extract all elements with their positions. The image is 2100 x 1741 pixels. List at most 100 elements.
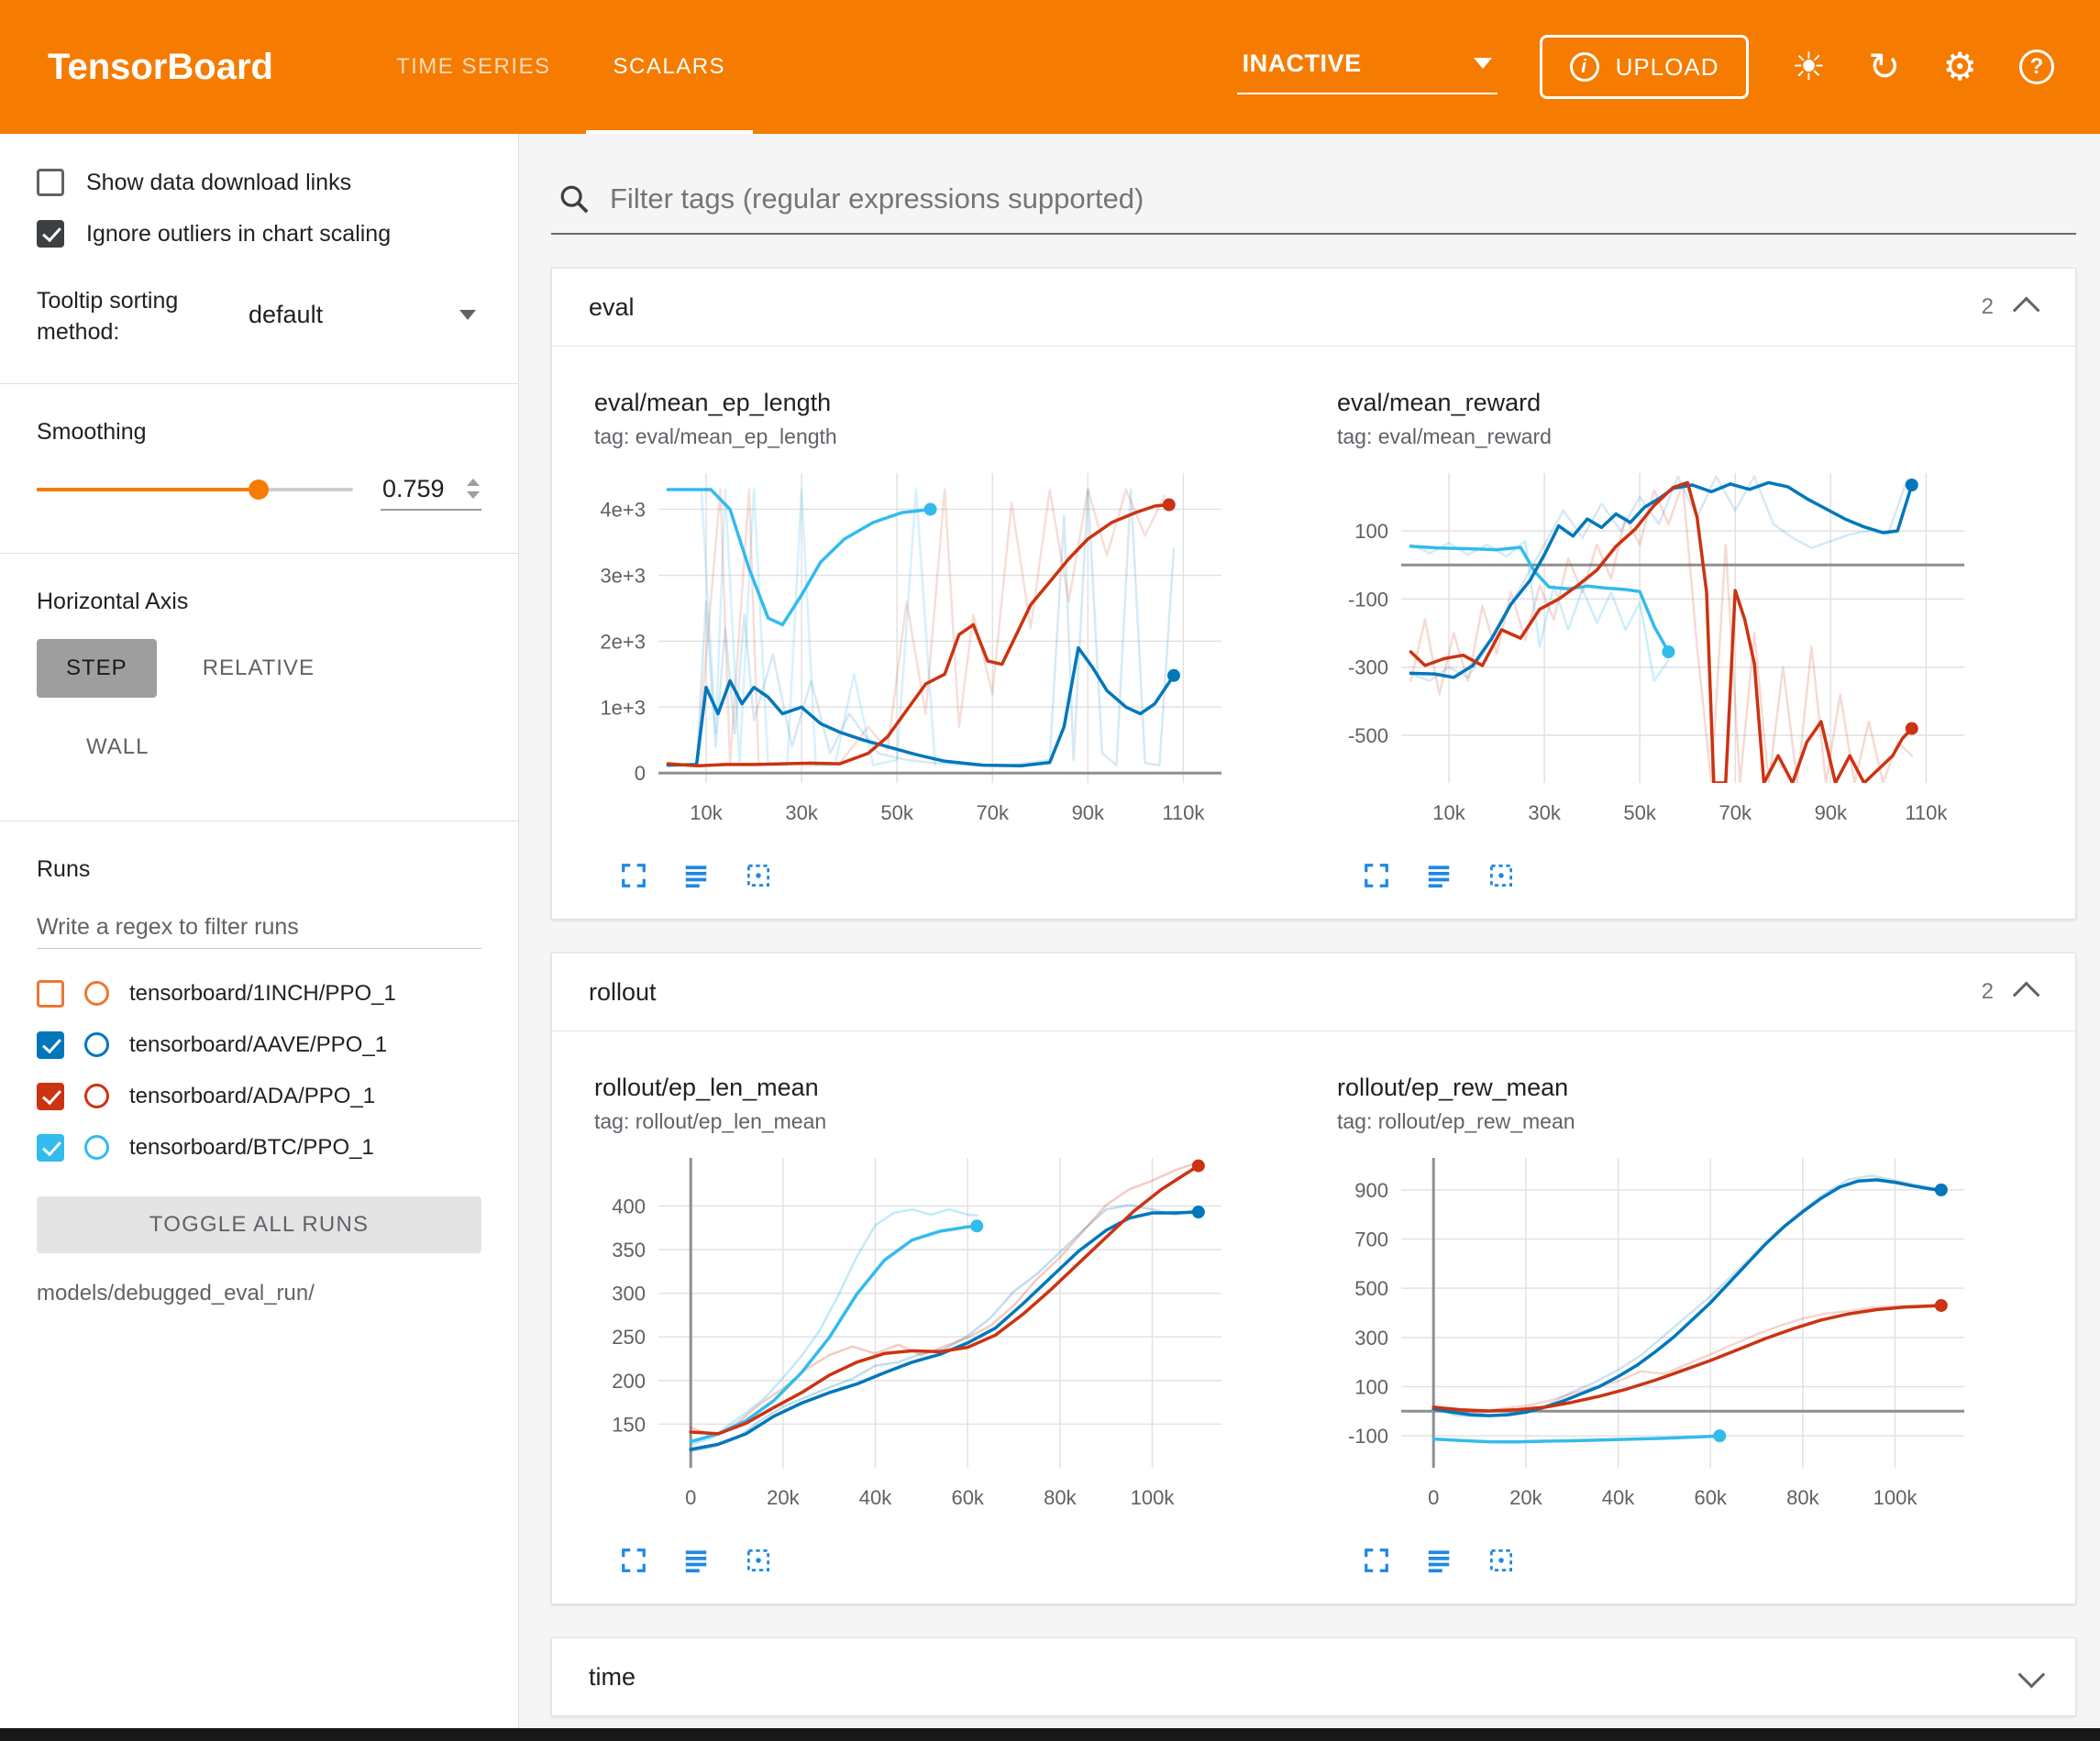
expand-chart-icon[interactable] (620, 1547, 647, 1574)
tab-time-series[interactable]: TIME SERIES (365, 0, 582, 134)
run-row-btc[interactable]: tensorboard/BTC/PPO_1 (37, 1134, 491, 1162)
section-time-header[interactable]: time (552, 1638, 2075, 1715)
divider (0, 553, 518, 554)
svg-text:300: 300 (1354, 1327, 1388, 1350)
smoothing-thumb[interactable] (249, 479, 269, 500)
chart-block: rollout/ep_len_mean tag: rollout/ep_len_… (594, 1074, 1236, 1578)
run-checkbox[interactable] (37, 980, 64, 1008)
fit-domain-icon[interactable] (1487, 1547, 1515, 1574)
svg-text:350: 350 (612, 1239, 646, 1262)
stepper-icons[interactable] (467, 479, 480, 499)
chart-tag: tag: rollout/ep_len_mean (594, 1109, 1236, 1134)
section-eval-body: eval/mean_ep_length tag: eval/mean_ep_le… (552, 347, 2075, 919)
refresh-icon[interactable]: ↻ (1868, 48, 1900, 86)
collapse-chevron-icon[interactable] (2013, 296, 2040, 324)
svg-text:150: 150 (612, 1413, 646, 1436)
run-color-swatch[interactable] (84, 1084, 109, 1108)
app-title: TensorBoard (48, 47, 273, 88)
section-title: rollout (589, 978, 657, 1007)
chart-title: rollout/ep_len_mean (594, 1074, 1236, 1102)
fit-domain-icon[interactable] (745, 862, 772, 889)
section-count: 2 (1982, 294, 1994, 320)
line-chart-rollout-ep-rew-mean[interactable]: 020k40k60k80k100k-100100300500700900 (1337, 1145, 1979, 1539)
top-nav: TIME SERIES SCALARS (365, 0, 757, 134)
expand-chart-icon[interactable] (620, 862, 647, 889)
collapse-chevron-icon[interactable] (2013, 981, 2040, 1008)
smoothing-value-input[interactable]: 0.759 (381, 469, 481, 511)
run-row-1inch[interactable]: tensorboard/1INCH/PPO_1 (37, 980, 491, 1008)
main-content: eval 2 eval/mean_ep_length tag: eval/mea… (520, 134, 2100, 1741)
svg-text:-100: -100 (1348, 1425, 1388, 1448)
show-download-links-row[interactable]: Show data download links (37, 169, 481, 196)
chart-toolbar (1363, 1547, 1979, 1574)
axis-relative-button[interactable]: RELATIVE (173, 639, 344, 698)
section-rollout-header[interactable]: rollout 2 (552, 953, 2075, 1031)
svg-text:200: 200 (612, 1370, 646, 1393)
run-checkbox[interactable] (37, 1031, 64, 1059)
chart-tag: tag: rollout/ep_rew_mean (1337, 1109, 1979, 1134)
data-table-icon[interactable] (1425, 862, 1453, 889)
brightness-icon[interactable]: ☀ (1791, 48, 1826, 86)
chart-toolbar (1363, 862, 1979, 889)
svg-text:-300: -300 (1348, 656, 1388, 679)
svg-text:70k: 70k (976, 801, 1009, 824)
svg-text:90k: 90k (1072, 801, 1105, 824)
svg-text:300: 300 (612, 1283, 646, 1306)
settings-gear-icon[interactable]: ⚙ (1942, 48, 1977, 86)
expand-chart-icon[interactable] (1363, 1547, 1390, 1574)
collapse-chevron-icon[interactable] (2017, 1660, 2045, 1688)
axis-wall-button[interactable]: WALL (57, 718, 178, 777)
line-chart-eval-mean-reward[interactable]: 10k30k50k70k90k110k-500-300-100100 (1337, 460, 1979, 854)
chart-tag: tag: eval/mean_reward (1337, 424, 1979, 449)
section-eval-header[interactable]: eval 2 (552, 269, 2075, 347)
svg-text:80k: 80k (1786, 1486, 1819, 1509)
smoothing-slider[interactable] (37, 488, 353, 491)
svg-text:90k: 90k (1815, 801, 1848, 824)
run-row-aave[interactable]: tensorboard/AAVE/PPO_1 (37, 1031, 491, 1059)
run-label: tensorboard/BTC/PPO_1 (129, 1135, 374, 1161)
section-time: time (551, 1637, 2076, 1716)
run-label: tensorboard/ADA/PPO_1 (129, 1084, 375, 1109)
expand-chart-icon[interactable] (1363, 862, 1390, 889)
tag-filter-input[interactable] (608, 182, 2069, 216)
tab-scalars[interactable]: SCALARS (582, 0, 757, 134)
data-table-icon[interactable] (682, 862, 710, 889)
fit-domain-icon[interactable] (745, 1547, 772, 1574)
run-checkbox[interactable] (37, 1083, 64, 1110)
svg-text:70k: 70k (1719, 801, 1752, 824)
chart-block: rollout/ep_rew_mean tag: rollout/ep_rew_… (1337, 1074, 1979, 1578)
chevron-down-icon (1474, 58, 1492, 69)
run-row-ada[interactable]: tensorboard/ADA/PPO_1 (37, 1083, 491, 1110)
sidebar: Show data download links Ignore outliers… (0, 134, 519, 1728)
axis-step-button[interactable]: STEP (37, 639, 157, 698)
svg-text:500: 500 (1354, 1277, 1388, 1300)
data-table-icon[interactable] (682, 1547, 710, 1574)
status-dropdown[interactable]: INACTIVE (1237, 40, 1498, 94)
ignore-outliers-row[interactable]: Ignore outliers in chart scaling (37, 220, 481, 248)
line-chart-rollout-ep-len-mean[interactable]: 020k40k60k80k100k150200250300350400 (594, 1145, 1236, 1539)
line-chart-eval-mean-ep-length[interactable]: 10k30k50k70k90k110k01e+32e+33e+34e+3 (594, 460, 1236, 854)
svg-text:1e+3: 1e+3 (600, 696, 646, 719)
fit-domain-icon[interactable] (1487, 862, 1515, 889)
run-checkbox[interactable] (37, 1134, 64, 1162)
svg-text:0: 0 (1428, 1486, 1439, 1509)
run-color-swatch[interactable] (84, 1135, 109, 1160)
checkbox-label: Show data download links (86, 170, 351, 196)
show-download-links-checkbox[interactable] (37, 169, 64, 196)
chart-tag: tag: eval/mean_ep_length (594, 424, 1236, 449)
horizontal-axis-label: Horizontal Axis (37, 589, 481, 615)
tooltip-sorting-dropdown[interactable]: default (243, 293, 481, 336)
run-color-swatch[interactable] (84, 1032, 109, 1057)
data-table-icon[interactable] (1425, 1547, 1453, 1574)
help-icon[interactable]: ? (2019, 50, 2054, 84)
chart-title: eval/mean_reward (1337, 389, 1979, 417)
upload-button[interactable]: i UPLOAD (1540, 35, 1750, 99)
runs-filter-input[interactable] (37, 907, 481, 949)
spinner-down-icon[interactable] (467, 491, 480, 499)
ignore-outliers-checkbox[interactable] (37, 220, 64, 248)
toggle-all-runs-button[interactable]: TOGGLE ALL RUNS (37, 1196, 481, 1253)
run-color-swatch[interactable] (84, 981, 109, 1006)
spinner-up-icon[interactable] (467, 479, 480, 486)
tooltip-sorting-row: Tooltip sorting method: default (37, 286, 481, 348)
upload-label: UPLOAD (1616, 53, 1719, 82)
